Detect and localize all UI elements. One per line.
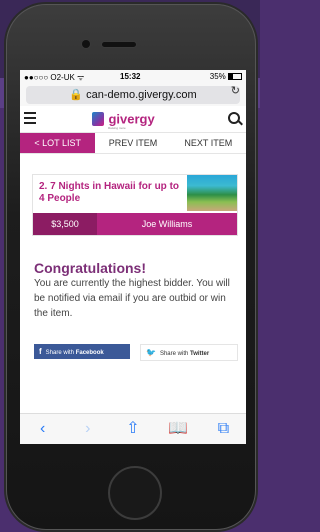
home-button[interactable] <box>108 466 162 520</box>
earpiece-speaker <box>102 42 136 47</box>
safari-toolbar: ‹ › ⇧ 📖 ⧉ <box>20 413 246 444</box>
share-icon[interactable]: ⇧ <box>110 414 155 444</box>
lot-image <box>187 175 237 211</box>
bookmarks-icon[interactable]: 📖 <box>156 414 201 444</box>
battery-percent: 35% <box>209 72 226 81</box>
share-facebook-label: Facebook <box>75 350 104 356</box>
lot-title[interactable]: 2. 7 Nights in Hawaii for up to 4 People <box>39 181 179 205</box>
share-twitter-label: Twitter <box>189 351 210 357</box>
lock-icon: 🔒 <box>69 89 84 101</box>
item-navigation: < LOT LIST PREV ITEM NEXT ITEM <box>20 133 246 154</box>
url-text: can-demo.givergy.com <box>86 89 197 101</box>
brand-name: givergy <box>108 111 155 127</box>
bid-row: $3,500 Joe Williams <box>33 213 237 235</box>
clock: 15:32 <box>120 72 141 81</box>
twitter-icon: 🐦 <box>146 348 156 357</box>
lot-list-button[interactable]: < LOT LIST <box>20 133 96 153</box>
facebook-icon: f <box>39 347 42 356</box>
hamburger-menu-icon[interactable] <box>24 112 36 124</box>
bidder-name: Joe Williams <box>141 219 193 229</box>
battery-status: 35% <box>210 72 242 81</box>
url-field[interactable]: 🔒 can-demo.givergy.com <box>26 86 240 104</box>
share-facebook-button[interactable]: f Share with Facebook <box>34 344 130 359</box>
share-twitter-prefix: Share with <box>159 351 190 357</box>
brand-tagline: Raising more <box>108 126 126 130</box>
search-icon[interactable] <box>228 112 240 124</box>
congratulations-heading: Congratulations! <box>34 260 146 276</box>
tabs-icon[interactable]: ⧉ <box>201 414 246 444</box>
status-bar: ●●○○○ O2-UK ᯤ 15:32 35% <box>20 70 246 84</box>
lot-card[interactable]: 2. 7 Nights in Hawaii for up to 4 People… <box>32 174 238 236</box>
front-camera <box>82 40 90 48</box>
forward-arrow-icon[interactable]: › <box>65 414 110 444</box>
reload-icon[interactable]: ↻ <box>231 84 240 97</box>
battery-icon <box>228 73 242 81</box>
bid-amount: $3,500 <box>33 213 97 235</box>
back-arrow-icon[interactable]: ‹ <box>20 414 65 444</box>
share-facebook-prefix: Share with <box>45 350 76 356</box>
carrier-label: ●●○○○ O2-UK ᯤ <box>24 73 85 82</box>
logo-mark <box>92 111 104 126</box>
site-header: givergy Raising more <box>20 106 246 133</box>
phone-screen: ●●○○○ O2-UK ᯤ 15:32 35% 🔒 can-demo.giver… <box>20 70 246 444</box>
highest-bidder-message: You are currently the highest bidder. Yo… <box>34 278 230 319</box>
address-bar: 🔒 can-demo.givergy.com ↻ <box>20 84 246 106</box>
next-item-button[interactable]: NEXT ITEM <box>171 133 246 153</box>
prev-item-button[interactable]: PREV ITEM <box>95 133 170 153</box>
share-twitter-button[interactable]: 🐦 Share with Twitter <box>140 344 238 361</box>
givergy-logo[interactable]: givergy Raising more <box>92 110 155 130</box>
